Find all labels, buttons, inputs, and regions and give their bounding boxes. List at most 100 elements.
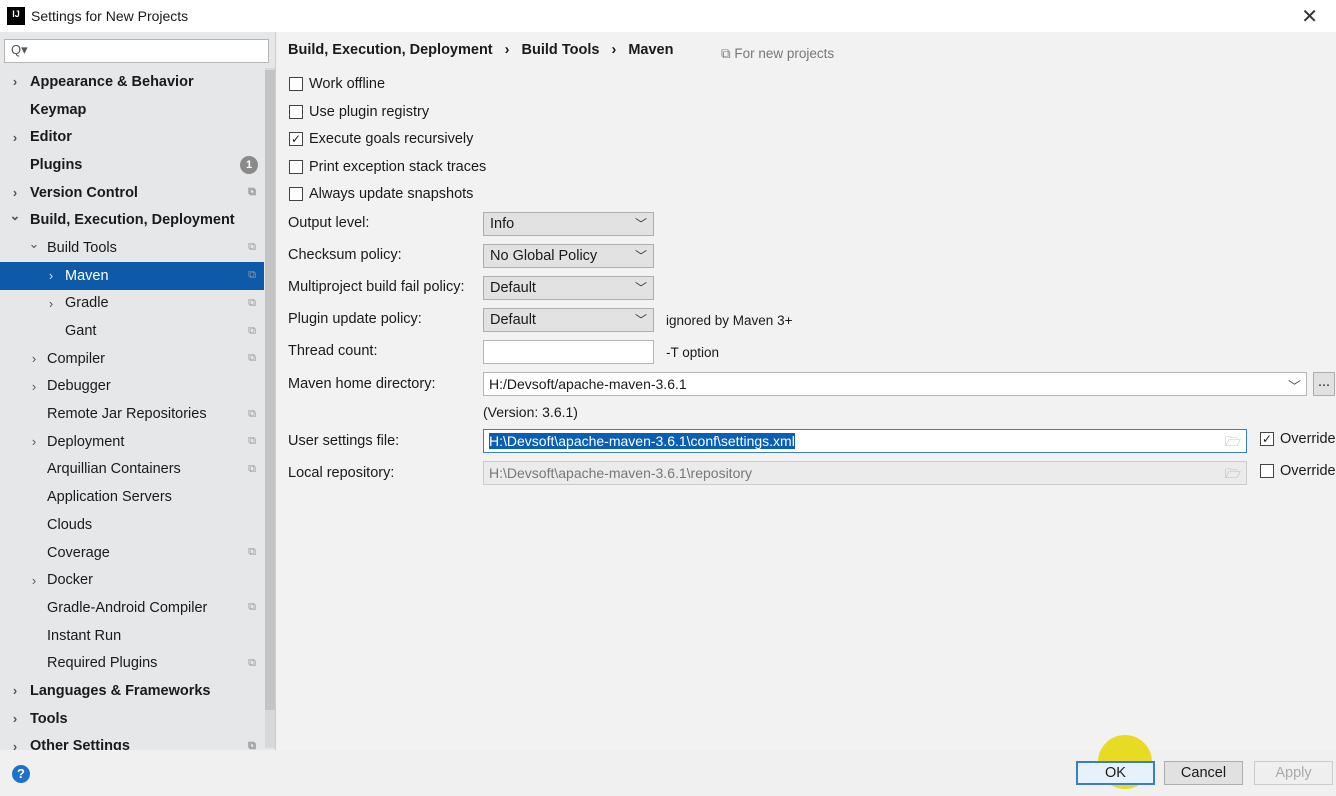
checkbox[interactable]: [289, 104, 303, 119]
checkbox[interactable]: ✓: [289, 132, 303, 147]
output-level-select[interactable]: Info ﹀: [483, 212, 654, 236]
checkbox-option[interactable]: Always update snapshots: [289, 186, 473, 202]
tree-item-label: Plugins: [30, 156, 83, 173]
tree-item[interactable]: ⌄ Build Tools ⧉: [0, 234, 264, 262]
tree-item[interactable]: › Version Control ⧉: [0, 179, 264, 207]
chevron-right-icon[interactable]: ›: [28, 573, 40, 588]
project-level-icon: ⧉: [248, 241, 256, 254]
chevron-down-icon[interactable]: ⌄: [9, 208, 21, 224]
tree-item[interactable]: › Docker: [0, 566, 264, 594]
chevron-right-icon[interactable]: ›: [9, 683, 21, 698]
tree-item[interactable]: Instant Run: [0, 622, 264, 650]
breadcrumb-item: Build, Execution, Deployment: [288, 42, 493, 58]
local-repo-value: H:\Devsoft\apache-maven-3.6.1\repository: [489, 465, 753, 481]
tree-item[interactable]: Required Plugins ⧉: [0, 649, 264, 677]
breadcrumb-separator: ›: [611, 42, 617, 58]
checkbox[interactable]: [289, 77, 303, 91]
title-bar: IJ Settings for New Projects ✕: [0, 0, 1336, 32]
checkbox-label: Print exception stack traces: [309, 158, 487, 175]
intellij-logo: IJ: [7, 7, 25, 25]
tree-item[interactable]: Remote Jar Repositories ⧉: [0, 400, 264, 428]
checksum-policy-value: No Global Policy: [490, 248, 598, 264]
tree-item-label: Keymap: [30, 101, 87, 118]
folder-icon[interactable]: 🗁: [1225, 465, 1241, 487]
tree-item-label: Editor: [30, 129, 72, 146]
project-level-icon: ⧉: [248, 739, 256, 750]
local-repo-input[interactable]: H:\Devsoft\apache-maven-3.6.1\repository…: [483, 461, 1247, 485]
tree-item-label: Languages & Frameworks: [30, 682, 211, 699]
browse-button[interactable]: ...: [1313, 372, 1335, 396]
tree-item-label: Arquillian Containers: [47, 461, 181, 478]
apply-button[interactable]: Apply: [1254, 761, 1333, 785]
tree-item-label: Required Plugins: [47, 655, 158, 672]
tree-item[interactable]: › Maven ⧉: [0, 261, 264, 290]
maven-home-combo[interactable]: H:/Devsoft/apache-maven-3.6.1 ﹀: [483, 372, 1307, 396]
folder-icon[interactable]: 🗁: [1225, 433, 1241, 455]
chevron-down-icon[interactable]: ﹀: [1288, 376, 1301, 395]
close-icon[interactable]: ✕: [1301, 4, 1318, 29]
checkbox[interactable]: [289, 187, 303, 202]
chevron-right-icon[interactable]: ›: [28, 434, 40, 449]
scrollbar-thumb[interactable]: [265, 70, 275, 710]
help-icon[interactable]: ?: [12, 765, 30, 783]
user-settings-input[interactable]: H:\Devsoft\apache-maven-3.6.1\conf\setti…: [483, 429, 1247, 453]
tree-item[interactable]: Keymap: [0, 96, 264, 124]
chevron-right-icon[interactable]: ›: [9, 711, 21, 726]
tree-item[interactable]: Application Servers: [0, 483, 264, 511]
project-level-icon: ⧉: [248, 656, 256, 669]
tree-item[interactable]: › Debugger: [0, 373, 264, 401]
chevron-right-icon[interactable]: ›: [9, 74, 21, 89]
sidebar-scrollbar[interactable]: [265, 68, 275, 748]
tree-item[interactable]: Gant ⧉: [0, 317, 264, 345]
for-new-projects-label: For new projects: [734, 46, 835, 61]
tree-item[interactable]: › Deployment ⧉: [0, 428, 264, 456]
local-repo-override[interactable]: Override: [1260, 463, 1336, 479]
chevron-right-icon[interactable]: ›: [9, 185, 21, 200]
checkbox-label: Execute goals recursively: [309, 131, 474, 148]
search-input[interactable]: Q▾: [4, 39, 269, 63]
override-checkbox[interactable]: ✓: [1260, 432, 1274, 446]
tree-item[interactable]: Clouds: [0, 511, 264, 539]
tree-item[interactable]: › Gradle ⧉: [0, 290, 264, 318]
local-repo-label: Local repository:: [288, 465, 395, 481]
tree-item[interactable]: › Languages & Frameworks: [0, 677, 264, 705]
chevron-down-icon: ﹀: [634, 281, 647, 295]
tree-item[interactable]: Arquillian Containers ⧉: [0, 456, 264, 484]
tree-item[interactable]: Gradle-Android Compiler ⧉: [0, 594, 264, 622]
checkbox-option[interactable]: Print exception stack traces: [289, 159, 486, 175]
ok-button[interactable]: OK: [1076, 761, 1155, 785]
checkbox-option[interactable]: Use plugin registry: [289, 104, 429, 120]
checkbox-option[interactable]: Work offline: [289, 76, 385, 92]
chevron-down-icon[interactable]: ⌄: [28, 236, 40, 252]
thread-count-label: Thread count:: [288, 343, 378, 359]
override-checkbox[interactable]: [1260, 464, 1274, 478]
tree-item[interactable]: › Appearance & Behavior: [0, 68, 264, 96]
tree-item-label: Maven: [65, 267, 109, 284]
chevron-right-icon[interactable]: ›: [9, 739, 21, 750]
chevron-right-icon[interactable]: ›: [45, 296, 57, 311]
chevron-right-icon[interactable]: ›: [28, 379, 40, 394]
tree-item[interactable]: › Compiler ⧉: [0, 345, 264, 373]
checkbox-option[interactable]: ✓ Execute goals recursively: [289, 131, 473, 147]
tree-item[interactable]: › Editor: [0, 123, 264, 151]
chevron-right-icon[interactable]: ›: [45, 268, 57, 283]
tree-item[interactable]: Coverage ⧉: [0, 539, 264, 567]
tree-item[interactable]: Plugins 1: [0, 151, 264, 179]
thread-count-input[interactable]: [483, 340, 654, 364]
tree-item-label: Gant: [65, 323, 97, 340]
tree-item[interactable]: › Other Settings ⧉: [0, 733, 264, 750]
user-settings-override[interactable]: ✓ Override: [1260, 431, 1336, 447]
plugin-update-select[interactable]: Default ﹀: [483, 308, 654, 332]
tree-item[interactable]: ⌄ Build, Execution, Deployment: [0, 206, 264, 234]
tree-item-label: Other Settings: [30, 738, 130, 750]
chevron-right-icon[interactable]: ›: [28, 351, 40, 366]
project-level-icon: ⧉: [248, 186, 256, 199]
cancel-button[interactable]: Cancel: [1164, 761, 1243, 785]
checkbox[interactable]: [289, 159, 303, 174]
tree-item[interactable]: › Tools: [0, 705, 264, 733]
override-label: Override: [1280, 463, 1336, 479]
checksum-policy-select[interactable]: No Global Policy ﹀: [483, 244, 654, 268]
dialog-footer: ? OK Cancel Apply: [0, 735, 1336, 796]
multiproject-select[interactable]: Default ﹀: [483, 276, 654, 300]
chevron-right-icon[interactable]: ›: [9, 130, 21, 145]
